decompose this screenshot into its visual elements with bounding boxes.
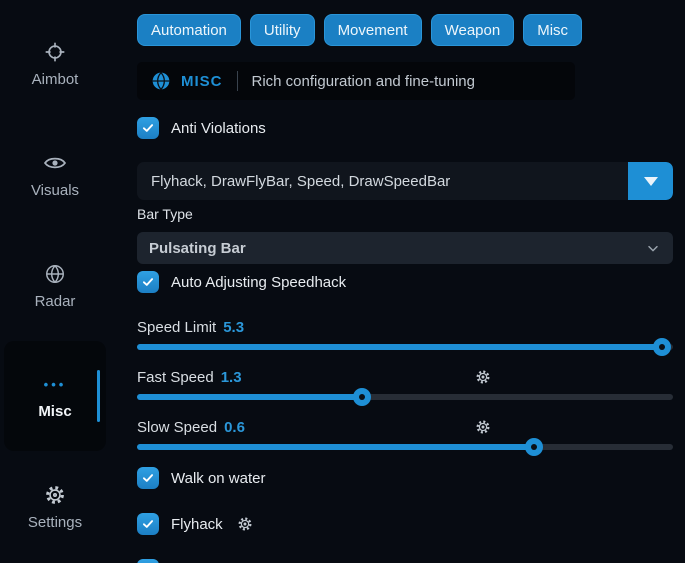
sidebar-item-radar[interactable]: Radar	[0, 230, 110, 341]
slider-value: 0.6	[224, 419, 245, 436]
slider-value: 1.3	[221, 369, 242, 386]
bar-type-select[interactable]: Pulsating Bar	[137, 232, 673, 264]
slider-label: Fast Speed	[137, 369, 214, 386]
checkbox-walk-on-water[interactable]: Walk on water	[137, 466, 673, 490]
checkbox-checked-icon	[137, 117, 159, 139]
slider-label-row: Fast Speed 1.3	[137, 366, 673, 388]
checkbox-label: Anti Violations	[171, 120, 266, 137]
checkbox-anti-violations[interactable]: Anti Violations	[137, 116, 673, 140]
chevron-down-icon	[645, 240, 661, 256]
gear-icon[interactable]	[475, 369, 491, 390]
cheat-menu-window: Aimbot Visuals Radar •••	[0, 0, 685, 563]
gear-icon[interactable]	[475, 419, 491, 440]
multiselect-dropdown-button[interactable]	[628, 162, 673, 200]
checkbox-checked-icon	[137, 559, 159, 563]
checkbox-disable-collisions[interactable]: Disable Collisions	[137, 558, 673, 563]
slider-thumb[interactable]	[353, 388, 371, 406]
tab-utility[interactable]: Utility	[250, 14, 315, 46]
slider-label-row: Slow Speed 0.6	[137, 416, 673, 438]
globe-icon	[44, 262, 66, 286]
select-value: Pulsating Bar	[149, 240, 246, 257]
speed-limit-slider[interactable]	[137, 344, 673, 350]
slider-label: Speed Limit	[137, 319, 216, 336]
slider-value: 5.3	[223, 319, 244, 336]
tab-misc[interactable]: Misc	[523, 14, 582, 46]
fast-speed-slider[interactable]	[137, 394, 673, 400]
section-subtitle: Rich configuration and fine-tuning	[252, 73, 475, 90]
eye-icon	[43, 151, 67, 175]
sidebar-item-settings[interactable]: Settings	[0, 451, 110, 562]
sidebar-item-aimbot[interactable]: Aimbot	[0, 8, 110, 119]
bar-type-label: Bar Type	[137, 206, 673, 224]
checkbox-checked-icon	[137, 271, 159, 293]
tab-movement[interactable]: Movement	[324, 14, 422, 46]
sidebar-item-label: Settings	[28, 514, 82, 531]
sidebar-item-visuals[interactable]: Visuals	[0, 119, 110, 230]
slider-group-slow-speed: Slow Speed 0.6	[137, 416, 673, 450]
sidebar-item-label: Misc	[38, 403, 71, 420]
tab-weapon[interactable]: Weapon	[431, 14, 515, 46]
bar-multiselect[interactable]: Flyhack, DrawFlyBar, Speed, DrawSpeedBar	[137, 162, 673, 200]
slider-fill	[137, 394, 362, 400]
slider-thumb[interactable]	[525, 438, 543, 456]
tab-automation[interactable]: Automation	[137, 14, 241, 46]
slow-speed-slider[interactable]	[137, 444, 673, 450]
tab-bar: Automation Utility Movement Weapon Misc	[137, 14, 673, 46]
checkbox-checked-icon	[137, 467, 159, 489]
gear-icon	[44, 483, 66, 507]
slider-group-speed-limit: Speed Limit 5.3	[137, 316, 673, 350]
checkbox-flyhack[interactable]: Flyhack	[137, 512, 673, 536]
sidebar-item-label: Radar	[35, 293, 76, 310]
section-header: MISC Rich configuration and fine-tuning	[137, 62, 575, 100]
main-panel: Automation Utility Movement Weapon Misc …	[110, 0, 685, 563]
checkbox-label: Auto Adjusting Speedhack	[171, 274, 346, 291]
slider-fill	[137, 444, 534, 450]
slider-label: Slow Speed	[137, 419, 217, 436]
gear-icon[interactable]	[237, 516, 253, 532]
header-divider	[237, 71, 238, 91]
section-title: MISC	[181, 73, 223, 90]
sidebar-item-label: Aimbot	[32, 71, 79, 88]
slider-thumb[interactable]	[653, 338, 671, 356]
checkbox-label: Flyhack	[171, 516, 223, 533]
caret-down-icon	[644, 177, 658, 186]
slider-fill	[137, 344, 662, 350]
crosshair-icon	[44, 40, 66, 64]
multiselect-value: Flyhack, DrawFlyBar, Speed, DrawSpeedBar	[137, 173, 628, 190]
sidebar-item-label: Visuals	[31, 182, 79, 199]
slider-group-fast-speed: Fast Speed 1.3	[137, 366, 673, 400]
sidebar-item-misc[interactable]: ••• Misc	[4, 341, 106, 451]
ellipsis-icon: •••	[44, 372, 67, 396]
checkbox-checked-icon	[137, 513, 159, 535]
globe-icon	[151, 71, 171, 91]
checkbox-auto-adjusting-speedhack[interactable]: Auto Adjusting Speedhack	[137, 270, 673, 294]
slider-label-row: Speed Limit 5.3	[137, 316, 673, 338]
sidebar: Aimbot Visuals Radar •••	[0, 0, 110, 563]
checkbox-label: Walk on water	[171, 470, 265, 487]
